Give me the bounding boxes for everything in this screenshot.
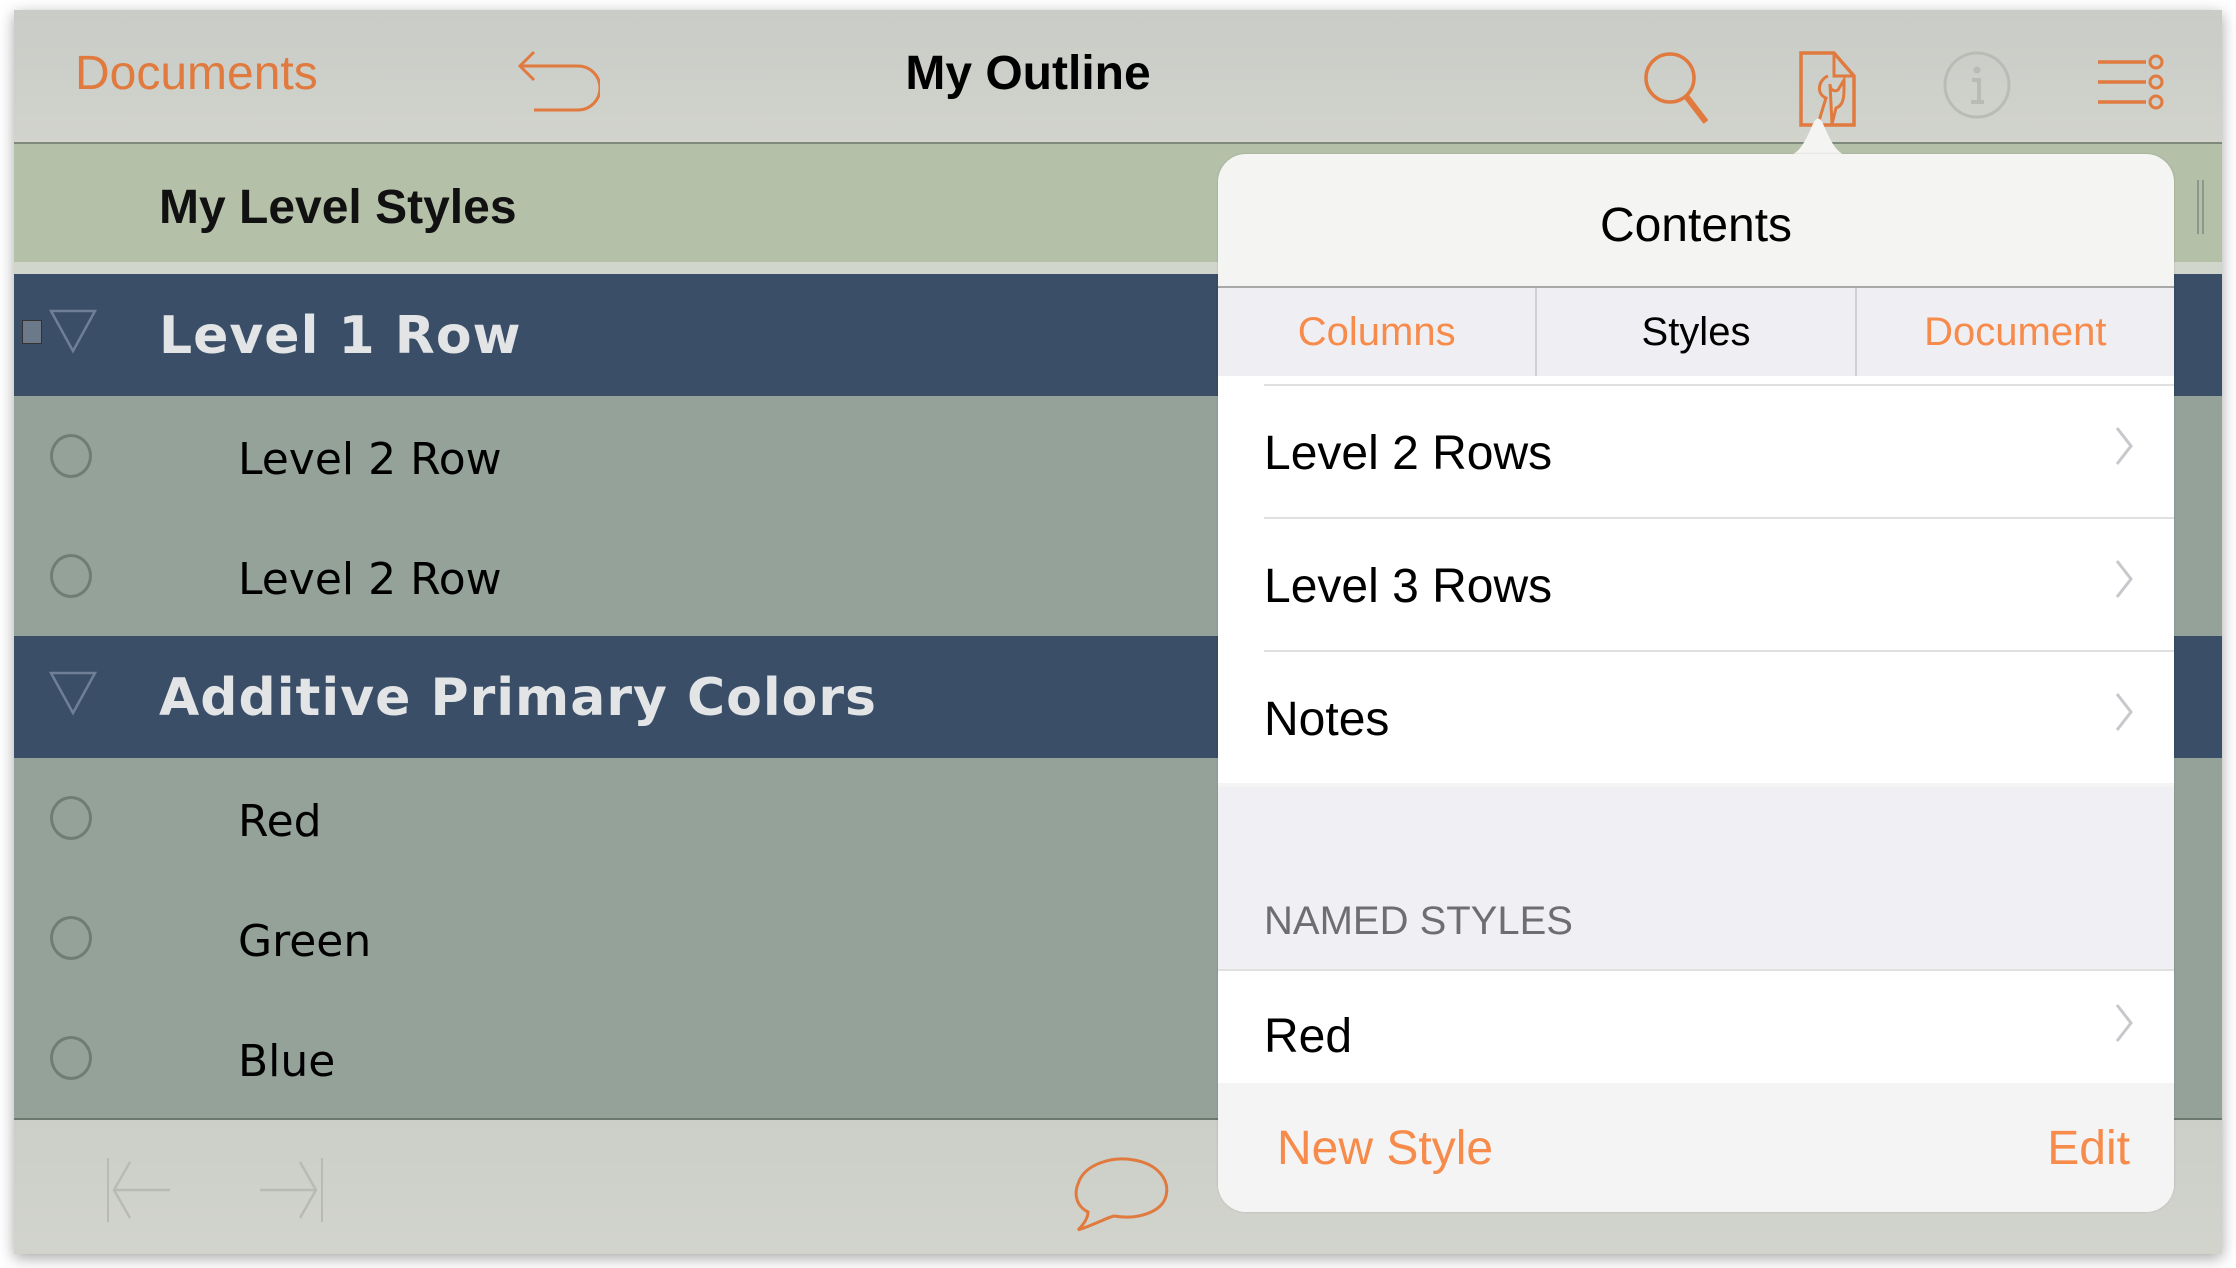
named-style-label: Red bbox=[1264, 1010, 1353, 1063]
chevron-right-icon bbox=[2115, 427, 2133, 465]
tab-document[interactable]: Document bbox=[1857, 288, 2174, 376]
row-status-circle-icon[interactable] bbox=[50, 916, 92, 960]
chevron-right-icon bbox=[2115, 693, 2133, 731]
note-indicator-icon[interactable] bbox=[22, 320, 42, 344]
indent-icon[interactable] bbox=[258, 1156, 328, 1224]
undo-icon[interactable] bbox=[508, 50, 600, 114]
style-item-label: Level 3 Rows bbox=[1264, 560, 1553, 613]
row-status-circle-icon[interactable] bbox=[50, 554, 92, 598]
row-text[interactable]: Level 2 Row bbox=[238, 554, 502, 605]
style-item-label: Notes bbox=[1264, 693, 1390, 746]
popover-footer: New Style Edit bbox=[1218, 1083, 2174, 1212]
add-note-icon[interactable] bbox=[1072, 1152, 1172, 1232]
named-styles-section: NAMED STYLES bbox=[1218, 787, 2174, 969]
section-header-title: My Level Styles bbox=[159, 181, 517, 234]
row-text[interactable]: Blue bbox=[238, 1036, 335, 1087]
tab-styles[interactable]: Styles bbox=[1537, 288, 1857, 376]
documents-back-button[interactable]: Documents bbox=[75, 46, 318, 101]
navigation-bar: Documents My Outline bbox=[14, 10, 2222, 144]
popover-title: Contents bbox=[1599, 199, 1793, 252]
row-status-circle-icon[interactable] bbox=[50, 1036, 92, 1080]
style-item-notes[interactable]: Notes bbox=[1264, 652, 2174, 783]
style-item-level-2-rows[interactable]: Level 2 Rows bbox=[1264, 384, 2174, 519]
style-item-label: Level 2 Rows bbox=[1264, 427, 1553, 480]
scrollbar-handle[interactable] bbox=[2196, 180, 2206, 234]
contents-popover: Contents Columns Styles Document Level 2… bbox=[1218, 154, 2174, 1212]
info-icon[interactable] bbox=[1942, 50, 2012, 120]
row-text[interactable]: Level 1 Row bbox=[159, 306, 522, 366]
row-text[interactable]: Additive Primary Colors bbox=[159, 668, 877, 728]
outdent-icon[interactable] bbox=[104, 1156, 174, 1224]
new-style-button[interactable]: New Style bbox=[1277, 1121, 1493, 1176]
style-list: Level 2 Rows Level 3 Rows Notes bbox=[1218, 376, 2174, 783]
search-icon[interactable] bbox=[1640, 48, 1720, 124]
disclosure-triangle-icon[interactable] bbox=[48, 308, 98, 354]
named-styles-header: NAMED STYLES bbox=[1264, 899, 1573, 943]
chevron-right-icon bbox=[2115, 560, 2133, 598]
disclosure-triangle-icon[interactable] bbox=[48, 670, 98, 716]
row-text[interactable]: Green bbox=[238, 916, 371, 967]
chevron-right-icon bbox=[2115, 1004, 2133, 1042]
row-status-circle-icon[interactable] bbox=[50, 796, 92, 840]
named-style-item-red[interactable]: Red bbox=[1218, 969, 2174, 1085]
row-status-circle-icon[interactable] bbox=[50, 434, 92, 478]
style-item-level-3-rows[interactable]: Level 3 Rows bbox=[1264, 519, 2174, 652]
row-text[interactable]: Red bbox=[238, 796, 322, 847]
edit-button[interactable]: Edit bbox=[2047, 1121, 2130, 1176]
row-text[interactable]: Level 2 Row bbox=[238, 434, 502, 485]
popover-arrow bbox=[1778, 118, 1858, 158]
tab-columns[interactable]: Columns bbox=[1218, 288, 1538, 376]
popover-tab-bar: Columns Styles Document bbox=[1218, 286, 2174, 376]
document-title: My Outline bbox=[905, 47, 1151, 100]
outline-menu-icon[interactable] bbox=[2096, 52, 2166, 114]
